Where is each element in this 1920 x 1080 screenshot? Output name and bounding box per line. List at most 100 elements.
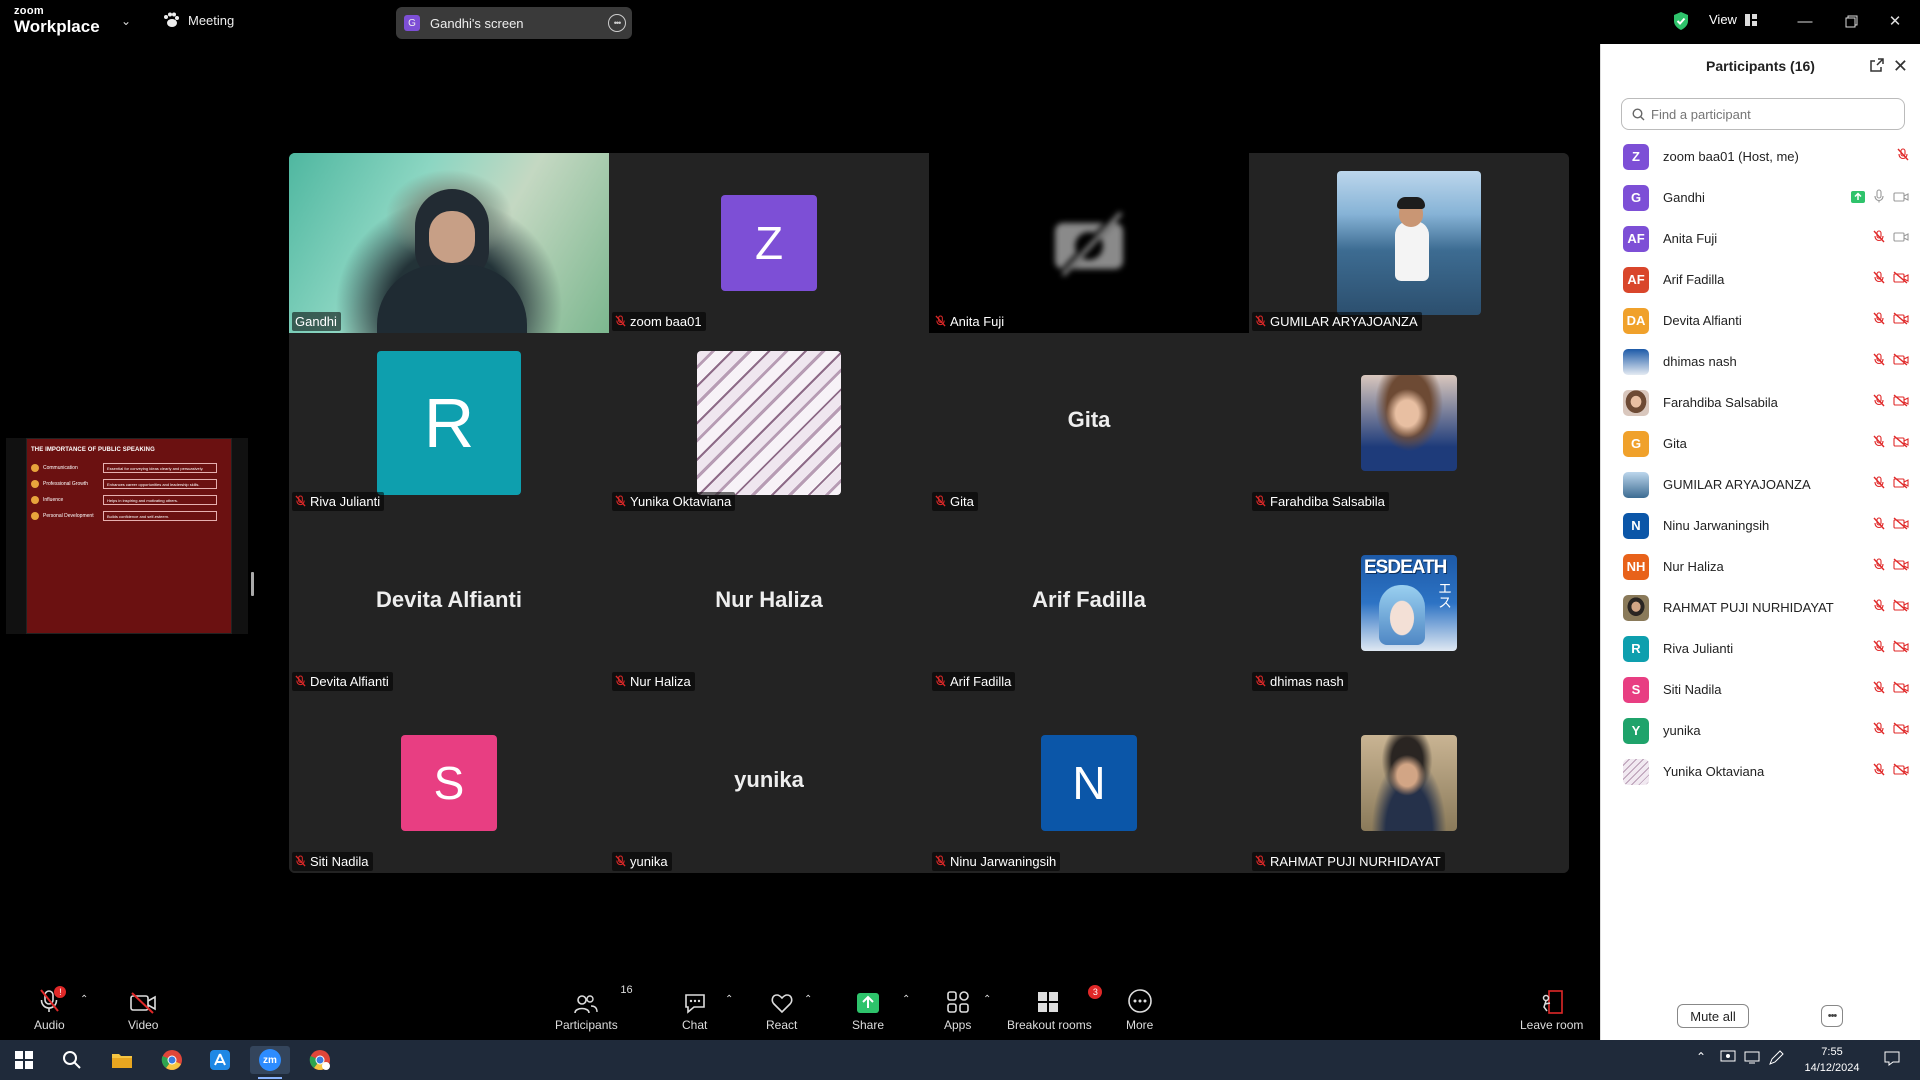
meeting-button[interactable]: Meeting (162, 12, 234, 28)
chrome-profile-icon[interactable] (300, 1046, 340, 1074)
video-tile[interactable]: Nur Haliza Nur Haliza (609, 513, 929, 693)
participant-row[interactable]: RAHMAT PUJI NURHIDAYAT (1601, 587, 1920, 628)
mic-muted-icon[interactable] (1873, 558, 1885, 576)
mic-muted-icon[interactable] (1873, 722, 1885, 740)
video-off-icon[interactable] (1893, 312, 1909, 330)
video-off-icon[interactable] (1893, 599, 1909, 617)
video-off-icon[interactable] (1893, 722, 1909, 740)
zoom-taskbar-icon[interactable]: zm (250, 1046, 290, 1079)
chat-button[interactable]: Chat (682, 988, 707, 1032)
participant-row[interactable]: AF Arif Fadilla (1601, 259, 1920, 300)
video-off-icon[interactable] (1893, 476, 1909, 494)
apps-options-caret[interactable]: ⌃ (983, 994, 991, 1005)
participant-row[interactable]: N Ninu Jarwaningsih (1601, 505, 1920, 546)
video-tile[interactable]: Devita Alfianti Devita Alfianti (289, 513, 609, 693)
minimize-icon[interactable]: — (1790, 8, 1820, 34)
shared-screen-thumbnail[interactable]: THE IMPORTANCE OF PUBLIC SPEAKING Commun… (6, 438, 248, 634)
search-input[interactable] (1651, 106, 1891, 122)
participant-row[interactable]: Farahdiba Salsabila (1601, 382, 1920, 423)
react-button[interactable]: React (766, 988, 797, 1032)
mute-all-button[interactable]: Mute all (1677, 1004, 1749, 1028)
participant-row[interactable]: G Gita (1601, 423, 1920, 464)
chat-options-caret[interactable]: ⌃ (725, 994, 733, 1005)
mic-muted-icon[interactable] (1873, 681, 1885, 699)
chrome-icon[interactable] (152, 1046, 192, 1074)
participant-row[interactable]: dhimas nash (1601, 341, 1920, 382)
video-off-icon[interactable] (1893, 353, 1909, 371)
participant-row[interactable]: NH Nur Haliza (1601, 546, 1920, 587)
mic-muted-icon[interactable] (1897, 148, 1909, 166)
security-shield-icon[interactable] (1672, 11, 1690, 36)
system-clock[interactable]: 7:55 14/12/2024 (1800, 1044, 1864, 1076)
chevron-down-icon[interactable]: ⌄ (121, 14, 131, 28)
search-taskbar-icon[interactable] (52, 1046, 92, 1074)
mic-muted-icon[interactable] (1873, 517, 1885, 535)
breakout-rooms-button[interactable]: 3 Breakout rooms (1007, 985, 1103, 1032)
mic-muted-icon[interactable] (1873, 230, 1885, 248)
mic-muted-icon[interactable] (1873, 271, 1885, 289)
video-off-icon[interactable] (1893, 640, 1909, 658)
video-off-icon[interactable] (1893, 558, 1909, 576)
panel-more-button[interactable]: ••• (1821, 1005, 1843, 1027)
video-tile[interactable]: Yunika Oktaviana (609, 333, 929, 513)
mic-muted-icon[interactable] (1873, 763, 1885, 781)
participant-row[interactable]: Zzoom baa01 (Host, me) (1601, 136, 1920, 177)
video-button[interactable]: Video (128, 988, 158, 1032)
zoom-workplace-logo[interactable]: zoom Workplace (14, 6, 100, 36)
video-tile[interactable]: Zzoom baa01 (609, 153, 929, 333)
participant-row[interactable]: DA Devita Alfianti (1601, 300, 1920, 341)
video-tile[interactable]: Gita Gita (929, 333, 1249, 513)
video-off-icon[interactable] (1893, 763, 1909, 781)
audio-options-caret[interactable]: ⌃ (80, 994, 88, 1005)
video-tile[interactable]: Gandhi (289, 153, 609, 333)
leave-room-button[interactable]: Leave room (1520, 988, 1583, 1032)
mic-muted-icon[interactable] (1873, 394, 1885, 412)
mic-muted-icon[interactable] (1873, 476, 1885, 494)
participant-row[interactable]: R Riva Julianti (1601, 628, 1920, 669)
popout-icon[interactable] (1870, 58, 1884, 77)
video-off-icon[interactable] (1893, 681, 1909, 699)
file-explorer-icon[interactable] (102, 1046, 142, 1074)
video-off-icon[interactable] (1893, 394, 1909, 412)
video-tile[interactable]: GUMILAR ARYAJOANZA (1249, 153, 1569, 333)
close-window-icon[interactable]: ✕ (1880, 8, 1910, 34)
video-off-icon[interactable] (1893, 271, 1909, 289)
mic-muted-icon[interactable] (1873, 599, 1885, 617)
video-tile[interactable]: N Ninu Jarwaningsih (929, 693, 1249, 873)
video-tile[interactable]: Arif Fadilla Arif Fadilla (929, 513, 1249, 693)
participant-search[interactable] (1621, 98, 1905, 130)
tray-chevron-icon[interactable]: ⌃ (1696, 1050, 1706, 1064)
video-tile[interactable]: RAHMAT PUJI NURHIDAYAT (1249, 693, 1569, 873)
react-options-caret[interactable]: ⌃ (804, 994, 812, 1005)
audio-button[interactable]: ! Audio (34, 986, 67, 1032)
participant-row[interactable]: Yunika Oktaviana (1601, 751, 1920, 792)
tray-app-icon[interactable] (1720, 1050, 1736, 1067)
screen-share-indicator[interactable]: G Gandhi's screen ••• (396, 7, 632, 39)
video-tile[interactable]: Anita Fuji (929, 153, 1249, 333)
notification-icon[interactable] (1884, 1050, 1900, 1069)
mic-muted-icon[interactable] (1873, 435, 1885, 453)
share-button[interactable]: Share (852, 988, 884, 1032)
participants-button[interactable]: 16 Participants (555, 984, 633, 1032)
more-options-icon[interactable]: ••• (608, 14, 626, 32)
split-resize-handle[interactable] (251, 572, 254, 596)
windows-start-icon[interactable] (4, 1046, 44, 1074)
view-button[interactable]: View (1709, 12, 1757, 27)
more-button[interactable]: More (1126, 988, 1153, 1032)
participant-row[interactable]: GUMILAR ARYAJOANZA (1601, 464, 1920, 505)
mic-muted-icon[interactable] (1873, 640, 1885, 658)
participant-row[interactable]: S Siti Nadila (1601, 669, 1920, 710)
microphone-icon[interactable] (1873, 189, 1885, 208)
video-on-icon[interactable] (1893, 230, 1909, 248)
video-off-icon[interactable] (1893, 517, 1909, 535)
video-tile[interactable]: Farahdiba Salsabila (1249, 333, 1569, 513)
app-store-icon[interactable] (200, 1046, 240, 1074)
apps-button[interactable]: Apps (944, 988, 971, 1032)
restore-icon[interactable] (1836, 8, 1866, 34)
network-icon[interactable] (1744, 1050, 1760, 1067)
pen-icon[interactable] (1768, 1050, 1784, 1069)
video-off-icon[interactable] (1893, 435, 1909, 453)
participant-row[interactable]: G Gandhi (1601, 177, 1920, 218)
mic-muted-icon[interactable] (1873, 353, 1885, 371)
video-on-icon[interactable] (1893, 190, 1909, 208)
